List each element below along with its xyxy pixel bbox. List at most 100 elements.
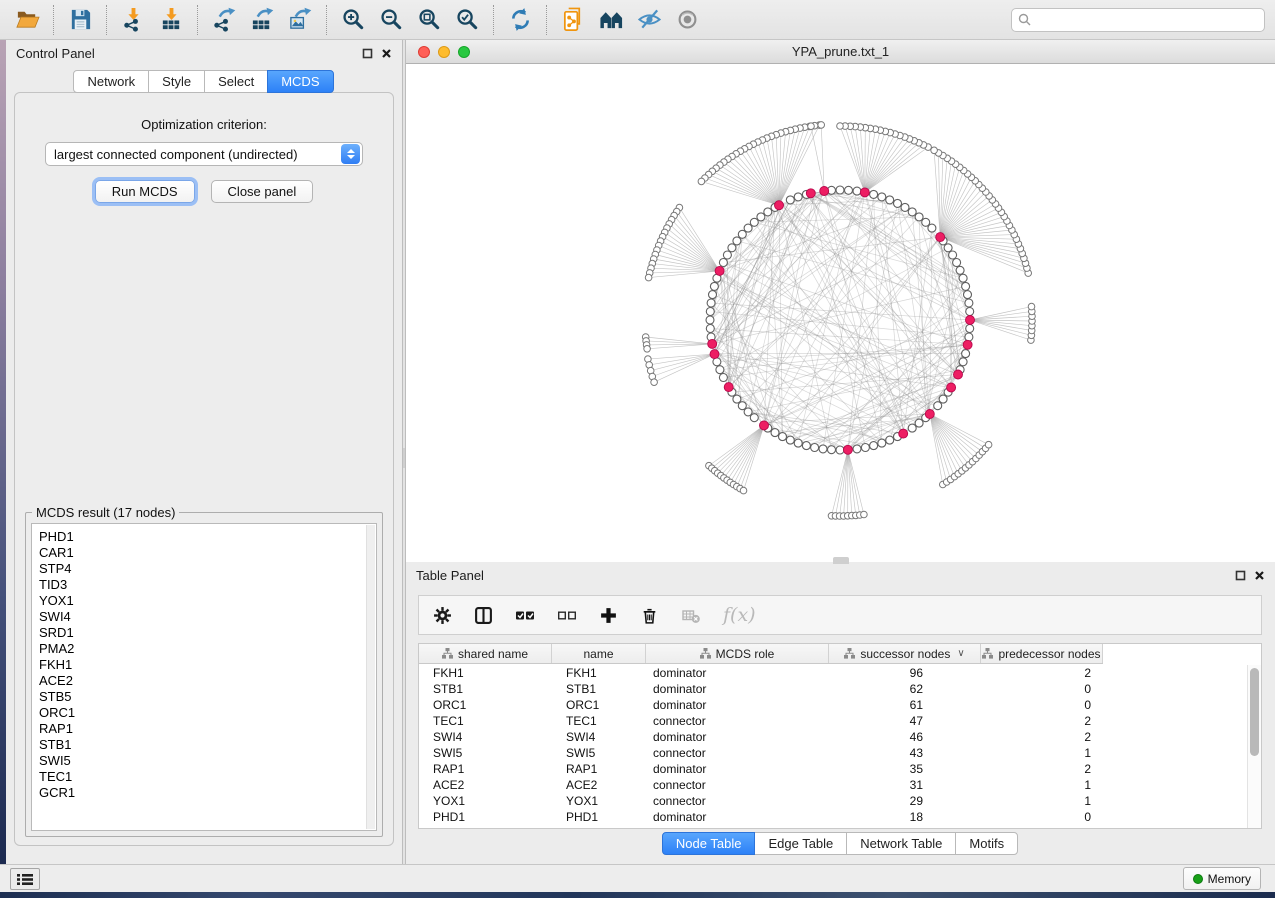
mcds-list-item[interactable]: STB5 (39, 689, 376, 705)
run-mcds-button[interactable]: Run MCDS (95, 180, 195, 203)
memory-button[interactable]: Memory (1183, 867, 1261, 890)
save-session-button[interactable] (61, 3, 99, 37)
cell-name: FKH1 (552, 665, 646, 681)
table-row[interactable]: SWI4SWI4dominator462 (419, 729, 1247, 745)
table-row[interactable]: YOX1YOX1connector291 (419, 793, 1247, 809)
first-neighbors-button[interactable] (592, 3, 630, 37)
column-header-MCDS-role[interactable]: MCDS role (646, 644, 829, 663)
hide-selected-button[interactable] (630, 3, 668, 37)
network-window-titlebar[interactable]: YPA_prune.txt_1 (406, 40, 1275, 64)
toolbar-separator (197, 5, 198, 35)
select-all-rows-button[interactable] (515, 606, 535, 625)
float-panel-icon[interactable] (362, 48, 373, 59)
network-window: YPA_prune.txt_1 (406, 40, 1275, 562)
cell-predecessor-nodes: 0 (981, 697, 1103, 713)
column-header-successor-nodes[interactable]: successor nodes∨ (829, 644, 981, 663)
tab-network[interactable]: Network (73, 70, 149, 93)
delete-table-icon (681, 606, 701, 625)
cell-name: SWI4 (552, 729, 646, 745)
tab-style[interactable]: Style (148, 70, 205, 93)
mcds-result-list[interactable]: PHD1CAR1STP4TID3YOX1SWI4SRD1PMA2FKH1ACE2… (31, 523, 377, 831)
mcds-list-item[interactable]: STP4 (39, 561, 376, 577)
add-column-button[interactable] (599, 606, 618, 625)
export-network-button[interactable] (205, 3, 243, 37)
close-panel-button[interactable]: Close panel (211, 180, 314, 203)
task-history-button[interactable] (10, 868, 40, 890)
criterion-dropdown[interactable]: largest connected component (undirected) (45, 142, 363, 166)
refresh-layout-button[interactable] (501, 3, 539, 37)
mcds-list-item[interactable]: RAP1 (39, 721, 376, 737)
zoom-in-button[interactable] (334, 3, 372, 37)
table-options-gear-button[interactable] (433, 606, 452, 625)
add-column-icon (599, 606, 618, 625)
column-type-icon (844, 648, 855, 659)
mcds-list-item[interactable]: ORC1 (39, 705, 376, 721)
tab-node-table[interactable]: Node Table (662, 832, 756, 855)
mcds-list-item[interactable]: CAR1 (39, 545, 376, 561)
new-network-from-selection-button[interactable] (554, 3, 592, 37)
cell-successor-nodes: 29 (829, 793, 981, 809)
tab-select[interactable]: Select (204, 70, 268, 93)
mcds-list-item[interactable]: TID3 (39, 577, 376, 593)
float-table-panel-icon[interactable] (1235, 570, 1246, 581)
deselect-all-rows-button[interactable] (557, 606, 577, 625)
column-header-predecessor-nodes[interactable]: predecessor nodes (981, 644, 1103, 663)
mcds-list-item[interactable]: GCR1 (39, 785, 376, 801)
table-split-grip[interactable] (833, 559, 849, 564)
table-row[interactable]: FKH1FKH1dominator962 (419, 665, 1247, 681)
close-panel-icon[interactable] (381, 48, 392, 59)
close-table-panel-icon[interactable] (1254, 570, 1265, 581)
open-file-button[interactable] (8, 3, 46, 37)
tab-mcds[interactable]: MCDS (267, 70, 333, 93)
table-row[interactable]: STB1STB1dominator620 (419, 681, 1247, 697)
import-table-button[interactable] (152, 3, 190, 37)
table-row[interactable]: SWI5SWI5connector431 (419, 745, 1247, 761)
network-canvas[interactable] (406, 64, 1275, 562)
mcds-list-item[interactable]: ACE2 (39, 673, 376, 689)
mcds-list-item[interactable]: SWI5 (39, 753, 376, 769)
column-header-name[interactable]: name (552, 644, 646, 663)
mcds-list-item[interactable]: SWI4 (39, 609, 376, 625)
mcds-list-item[interactable]: PMA2 (39, 641, 376, 657)
show-columns-button[interactable] (474, 606, 493, 625)
control-panel: Control Panel NetworkStyleSelectMCDS Opt… (6, 40, 402, 864)
mcds-list-item[interactable]: STB1 (39, 737, 376, 753)
node-table-scrollbar[interactable] (1247, 665, 1261, 828)
cell-shared-name: ORC1 (419, 697, 552, 713)
import-network-button[interactable] (114, 3, 152, 37)
table-row[interactable]: TEC1TEC1connector472 (419, 713, 1247, 729)
splitter-grip[interactable] (403, 448, 405, 468)
column-header-shared-name[interactable]: shared name (419, 644, 552, 663)
cell-MCDS-role: dominator (646, 697, 829, 713)
search-box[interactable] (1011, 8, 1265, 32)
search-input[interactable] (1031, 10, 1264, 30)
mcds-list-item[interactable]: SRD1 (39, 625, 376, 641)
delete-column-button[interactable] (640, 606, 659, 625)
table-panel: Table Panel f(x) shared namenameMCDS rol… (406, 562, 1275, 864)
mcds-list-item[interactable]: TEC1 (39, 769, 376, 785)
export-table-button[interactable] (243, 3, 281, 37)
tab-motifs[interactable]: Motifs (955, 832, 1018, 855)
table-row[interactable]: PHD1PHD1dominator180 (419, 809, 1247, 825)
table-row[interactable]: ACE2ACE2connector311 (419, 777, 1247, 793)
zoom-selected-button[interactable] (448, 3, 486, 37)
control-panel-tabs: NetworkStyleSelectMCDS (6, 70, 402, 93)
node-table-scroll-thumb[interactable] (1250, 668, 1259, 756)
export-image-button[interactable] (281, 3, 319, 37)
cell-predecessor-nodes: 2 (981, 761, 1103, 777)
show-all-button[interactable] (668, 3, 706, 37)
mcds-list-scrollbar[interactable] (366, 525, 375, 829)
table-row[interactable]: ORC1ORC1dominator610 (419, 697, 1247, 713)
zoom-fit-button[interactable] (410, 3, 448, 37)
cell-successor-nodes: 47 (829, 713, 981, 729)
tab-network-table[interactable]: Network Table (846, 832, 956, 855)
tab-edge-table[interactable]: Edge Table (754, 832, 847, 855)
mcds-list-item[interactable]: FKH1 (39, 657, 376, 673)
table-row[interactable]: RAP1RAP1dominator352 (419, 761, 1247, 777)
zoom-out-button[interactable] (372, 3, 410, 37)
mcds-list-item[interactable]: YOX1 (39, 593, 376, 609)
sort-indicator-icon[interactable]: ∨ (957, 648, 964, 659)
mcds-hub-node (708, 339, 717, 348)
network-graph[interactable] (406, 64, 1275, 562)
mcds-list-item[interactable]: PHD1 (39, 529, 376, 545)
